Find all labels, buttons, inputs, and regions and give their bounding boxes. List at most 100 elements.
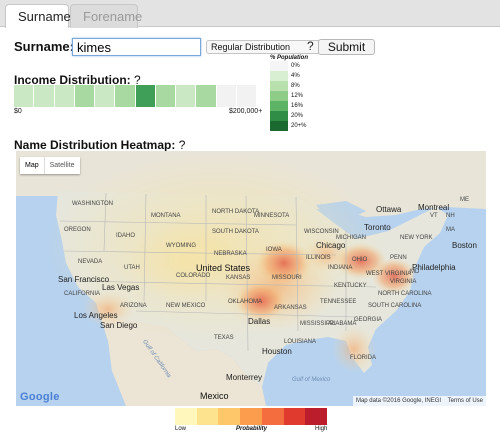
map-label-state: ARKANSAS: [274, 305, 307, 311]
map-label-state: LOUISIANA: [284, 339, 317, 345]
tab-forename[interactable]: Forename: [70, 4, 142, 28]
probability-swatch: [305, 408, 328, 425]
map-label-state: NORTH CAROLINA: [378, 291, 432, 297]
tab-surname[interactable]: Surname: [5, 4, 71, 28]
map-label-state: FLORIDA: [350, 355, 377, 361]
income-bin: [34, 85, 55, 107]
income-bin: [135, 85, 156, 107]
map-label-water: Gulf of Mexico: [292, 377, 331, 383]
surname-input[interactable]: [72, 38, 201, 56]
map-label-state: IOWA: [266, 247, 282, 253]
map-label-country: United States: [196, 263, 251, 273]
population-legend-swatch: [270, 61, 288, 71]
probability-swatch: [196, 408, 219, 425]
population-legend-label: 8%: [291, 83, 300, 89]
income-bin: [74, 85, 95, 107]
population-legend-swatch: [270, 81, 288, 91]
google-logo-text: Google: [20, 391, 60, 403]
help-icon[interactable]: ?: [307, 39, 314, 53]
map-label-state: ME: [460, 197, 469, 203]
map-label-city: Philadelphia: [412, 263, 456, 272]
heatmap-title-text: Name Distribution Heatmap:: [14, 138, 176, 152]
map-label-city: Boston: [452, 241, 477, 250]
population-legend-label: 4%: [291, 73, 300, 79]
income-bin: [216, 85, 237, 107]
map-label-city: San Diego: [100, 321, 138, 330]
income-bin: [176, 85, 197, 107]
map-label-state: VT: [430, 213, 438, 219]
map-label-state: ILLINOIS: [306, 255, 331, 261]
population-legend-swatch: [270, 101, 288, 111]
map-label-state: WISCONSIN: [304, 229, 339, 235]
map-label-state: SOUTH CAROLINA: [368, 303, 422, 309]
map-label-state: MISSOURI: [272, 275, 302, 281]
submit-button[interactable]: Submit: [318, 39, 375, 55]
map-attribution-text: Map data ©2016 Google, INEGI: [355, 398, 442, 404]
map-label-state: GEORGIA: [354, 317, 383, 323]
map-label-state: ARIZONA: [120, 303, 147, 309]
probability-legend: [175, 408, 328, 425]
map-label-state: MA: [446, 227, 455, 233]
population-legend-label: 20%: [291, 113, 304, 119]
map-type-map-button[interactable]: Map: [20, 157, 45, 174]
map-label-city: Houston: [262, 347, 292, 356]
map-label-state: SOUTH DAKOTA: [212, 229, 259, 235]
map-label-city: Dallas: [248, 317, 271, 326]
population-legend-item: 0%: [270, 61, 330, 71]
probability-swatch: [218, 408, 241, 425]
map-label-state: COLORADO: [176, 273, 211, 279]
map-label-city: Montreal: [418, 203, 450, 212]
google-logo: Google: [20, 391, 60, 403]
map-label-state: WYOMING: [166, 243, 196, 249]
heatmap-help-icon[interactable]: ?: [179, 138, 186, 152]
income-bin: [236, 85, 257, 107]
probability-swatch: [283, 408, 306, 425]
population-legend-swatch: [270, 91, 288, 101]
probability-swatch: [240, 408, 262, 425]
map-label-state: INDIANA: [328, 265, 353, 271]
population-legend-swatch: [270, 121, 288, 131]
map-label-city: Las Vegas: [102, 283, 140, 292]
probability-high-label: High: [315, 426, 328, 432]
map-label-country: Mexico: [200, 391, 229, 401]
map-label-state: KENTUCKY: [334, 283, 367, 289]
heatmap-title: Name Distribution Heatmap: ?: [14, 138, 185, 152]
map-label-state: KANSAS: [226, 275, 251, 281]
map-label-state: CALIFORNIA: [64, 291, 101, 297]
map-label-state: NEVADA: [78, 259, 103, 265]
map-label-state: UTAH: [124, 265, 140, 271]
population-legend-item: 12%: [270, 91, 330, 101]
terms-link[interactable]: Terms of Use: [448, 398, 483, 404]
map-attribution: Map data ©2016 Google, INEGI Terms of Us…: [352, 396, 486, 406]
map-label-state: VIRGINIA: [390, 279, 417, 285]
map-label-state: ALABAMA: [328, 321, 357, 327]
map-label-state: MINNESOTA: [254, 213, 290, 219]
map-type-satellite-button[interactable]: Satellite: [45, 157, 80, 174]
tab-bar: Surname Forename: [0, 0, 500, 28]
map-label-state: NEBRASKA: [214, 251, 247, 257]
distribution-select-value: Regular Distribution: [211, 42, 291, 52]
map-label-city: Chicago: [316, 241, 346, 250]
map-label-city: Los Angeles: [74, 311, 118, 320]
income-bins: [14, 85, 257, 107]
population-legend-item: 16%: [270, 101, 330, 111]
map-label-city: Toronto: [364, 223, 391, 232]
map-label-state: OKLAHOMA: [228, 299, 263, 305]
income-bin: [14, 85, 35, 107]
map-label-state: NH: [446, 213, 455, 219]
heatmap-map[interactable]: Map Satellite United States Mexico WASHI…: [16, 151, 486, 406]
map-type-control: Map Satellite: [20, 157, 80, 174]
probability-low-label: Low: [175, 426, 187, 432]
probability-swatch: [261, 408, 284, 425]
map-label-state: MONTANA: [151, 213, 181, 219]
income-min-label: $0: [14, 108, 22, 115]
population-legend-label: 12%: [291, 93, 304, 99]
map-label-state: OHIO: [352, 257, 368, 263]
map-label-state: WEST VIRGINIA: [366, 271, 412, 277]
map-label-state: NEW YORK: [400, 235, 433, 241]
income-max-label: $200,000+: [229, 108, 263, 115]
map-label-city: Ottawa: [376, 205, 402, 214]
population-legend-item: 20%: [270, 111, 330, 121]
income-bin: [196, 85, 217, 107]
population-legend-label: 16%: [291, 103, 304, 109]
